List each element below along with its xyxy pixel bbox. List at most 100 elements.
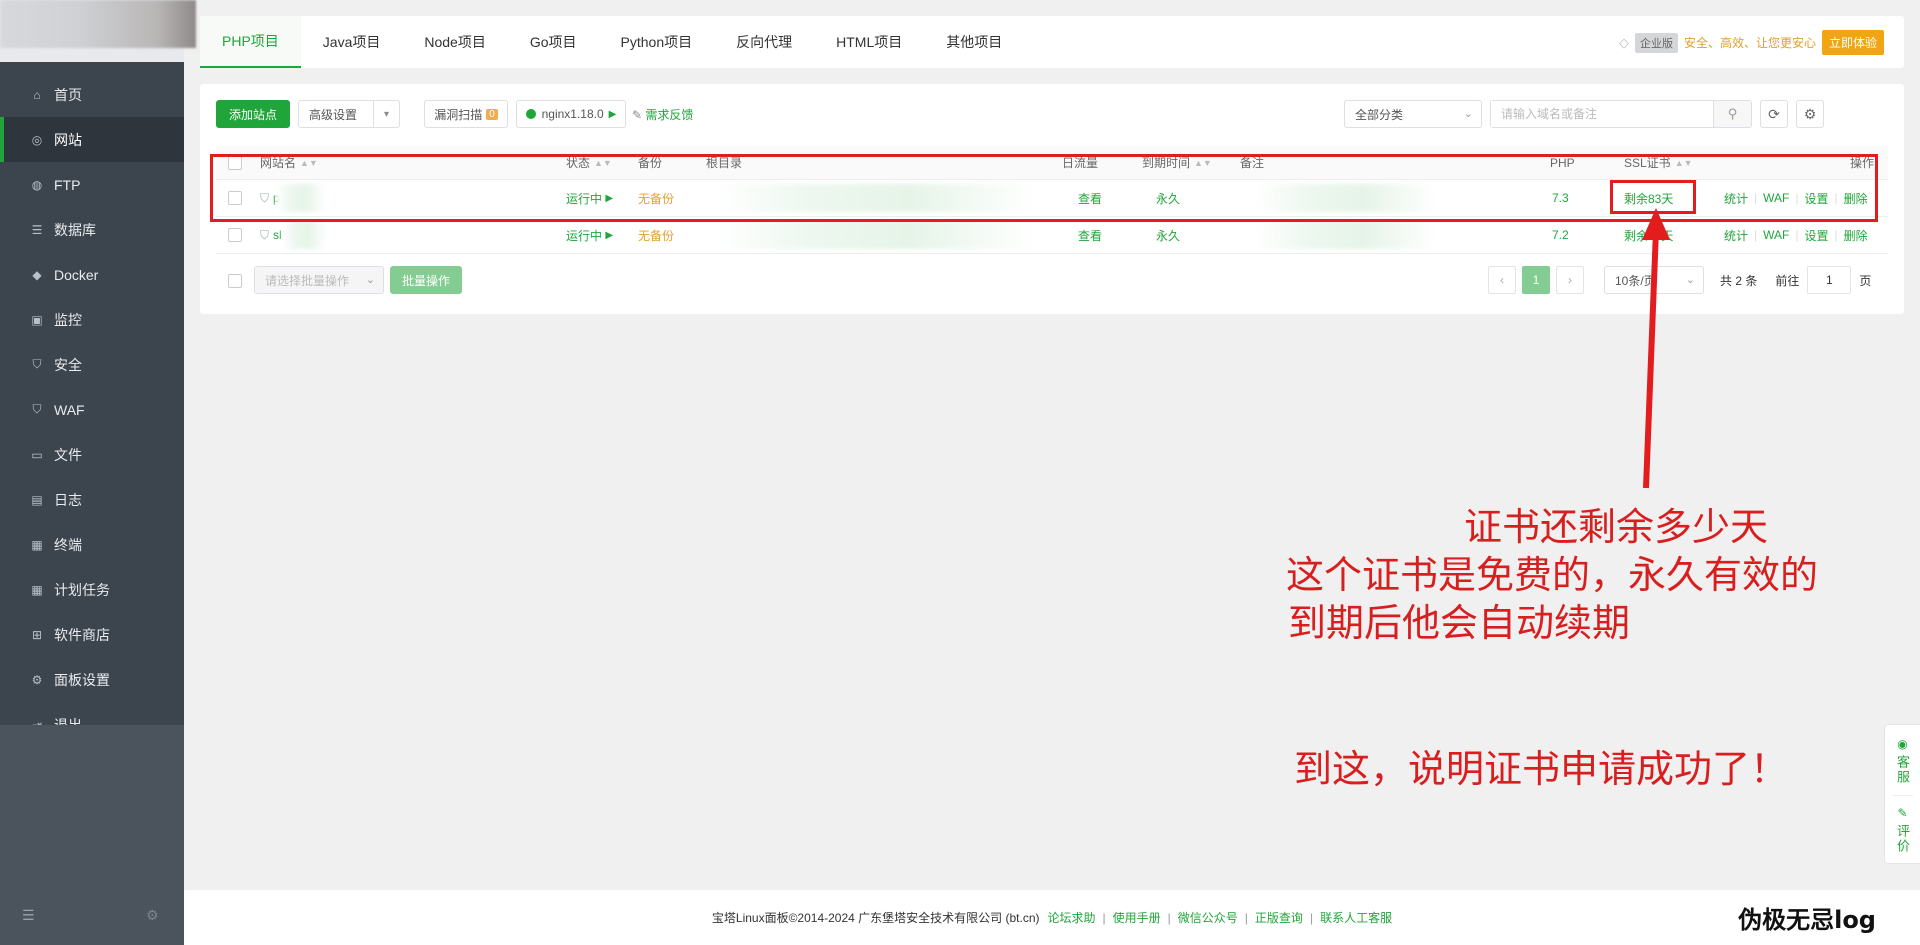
- sidebar-item-label: 软件商店: [54, 626, 110, 643]
- footer-link-support[interactable]: 联系人工客服: [1320, 909, 1392, 926]
- sidebar-item-panel-settings[interactable]: ⚙ 面板设置: [0, 657, 184, 702]
- search-input[interactable]: [1491, 101, 1713, 127]
- log-icon: ▤: [31, 492, 43, 507]
- tab-reverse-proxy[interactable]: 反向代理: [714, 16, 814, 68]
- promo-slogan: 安全、高效、让您更安心: [1683, 36, 1816, 50]
- sidebar-item-cron[interactable]: ▦ 计划任务: [0, 567, 184, 612]
- edit-icon: ✎: [632, 108, 643, 122]
- annotation-free-cert: 这个证书是免费的，永久有效的: [1286, 553, 1819, 597]
- ftp-icon: ◍: [31, 177, 43, 192]
- sidebar-item-store[interactable]: ⊞ 软件商店: [0, 612, 184, 657]
- page-suffix: 页: [1859, 273, 1872, 288]
- review-link[interactable]: 评价: [1893, 824, 1912, 854]
- tab-php[interactable]: PHP项目: [200, 16, 301, 68]
- tab-python[interactable]: Python项目: [599, 16, 715, 68]
- stats-link[interactable]: 统计: [1724, 227, 1748, 244]
- try-now-button[interactable]: 立即体验: [1821, 30, 1884, 55]
- diamond-icon: ◇: [1618, 34, 1629, 50]
- settings-link[interactable]: 设置: [1804, 227, 1828, 244]
- settings-icon[interactable]: ⚙: [1796, 100, 1824, 128]
- tab-node[interactable]: Node项目: [402, 16, 507, 68]
- footer-link-verify[interactable]: 正版查询: [1255, 909, 1303, 926]
- arrow-shaft: [1643, 229, 1659, 489]
- home-icon: ⌂: [33, 87, 41, 102]
- play-icon: ▶: [605, 229, 614, 241]
- tab-other[interactable]: 其他项目: [924, 16, 1024, 68]
- sidebar-item-logs[interactable]: ▤ 日志: [0, 477, 184, 522]
- sidebar-item-waf[interactable]: ⛉ WAF: [0, 387, 184, 432]
- settings-icon: ⚙: [31, 672, 43, 687]
- sidebar-item-database[interactable]: ☰ 数据库: [0, 207, 184, 252]
- waf-link[interactable]: WAF: [1763, 228, 1789, 242]
- customer-service-link[interactable]: 客服: [1893, 755, 1912, 785]
- batch-action-select[interactable]: 请选择批量操作 ⌄: [254, 266, 384, 294]
- sidebar-item-monitor[interactable]: ▣ 监控: [0, 297, 184, 342]
- sidebar-item-ftp[interactable]: ◍ FTP: [0, 162, 184, 207]
- footer-link-manual[interactable]: 使用手册: [1113, 909, 1161, 926]
- logo-area: [0, 0, 196, 62]
- tab-html[interactable]: HTML项目: [814, 16, 924, 68]
- copyright: 宝塔Linux面板©2014-2024 广东堡塔安全技术有限公司 (bt.cn): [711, 911, 1040, 925]
- page-1-button[interactable]: 1: [1522, 266, 1550, 294]
- category-select[interactable]: 全部分类 ⌄: [1344, 100, 1482, 128]
- traffic-view-link[interactable]: 查看: [1078, 217, 1102, 253]
- annotation-days-left: 证书还剩余多少天: [1464, 505, 1769, 549]
- sidebar-item-website[interactable]: ◎ 网站: [0, 117, 184, 162]
- feedback-link[interactable]: ✎ 需求反馈: [632, 106, 693, 123]
- add-site-button[interactable]: 添加站点: [216, 100, 290, 128]
- nginx-status-button[interactable]: nginx1.18.0 ▶: [516, 100, 626, 128]
- site-search: ⚲: [1490, 100, 1752, 128]
- expire-value[interactable]: 永久: [1156, 217, 1180, 253]
- annotation-auto-renew: 到期后他会自动续期: [1288, 601, 1631, 645]
- sidebar-item-label: 计划任务: [54, 581, 110, 598]
- store-icon: ⊞: [31, 627, 43, 642]
- sidebar-item-label: 监控: [54, 311, 82, 328]
- page-footer: 宝塔Linux面板©2014-2024 广东堡塔安全技术有限公司 (bt.cn)…: [184, 890, 1920, 945]
- sidebar-item-terminal[interactable]: ▦ 终端: [0, 522, 184, 567]
- status-running[interactable]: 运行中 ▶: [566, 217, 613, 253]
- customer-service-icon[interactable]: ◉: [1897, 737, 1907, 751]
- goto-page-input[interactable]: 1: [1807, 266, 1852, 294]
- footer-link-wechat[interactable]: 微信公众号: [1178, 909, 1238, 926]
- review-icon[interactable]: ✎: [1897, 806, 1907, 820]
- sidebar-item-label: 网站: [54, 131, 82, 148]
- annotation-success: 到这，说明证书申请成功了！: [1294, 747, 1789, 791]
- monitor-icon: ▣: [31, 312, 43, 327]
- folder-icon: ▭: [31, 447, 43, 462]
- advanced-settings-button[interactable]: 高级设置 ▾: [298, 100, 400, 128]
- prev-page-button[interactable]: ‹: [1488, 266, 1516, 294]
- sidebar-bottom: ☰ ⚙: [0, 725, 184, 945]
- footer-link-forum[interactable]: 论坛求助: [1048, 909, 1096, 926]
- tab-java[interactable]: Java项目: [301, 16, 403, 68]
- site-name-text: sl: [273, 228, 282, 242]
- next-page-button[interactable]: ›: [1556, 266, 1584, 294]
- vuln-scan-button[interactable]: 漏洞扫描 0: [424, 100, 508, 128]
- chevron-down-icon[interactable]: ▾: [373, 101, 399, 127]
- gear-icon[interactable]: ⚙: [146, 907, 159, 924]
- refresh-icon[interactable]: ⟳: [1760, 100, 1788, 128]
- batch-select-placeholder: 请选择批量操作: [265, 273, 350, 288]
- sidebar-item-label: WAF: [54, 401, 85, 418]
- goto-label: 前往: [1775, 273, 1800, 288]
- sidebar: ⌂ 首页 ◎ 网站 ◍ FTP ☰ 数据库 ◆ Docker ▣ 监控 ⛉ 安全 ⛉ WAF ▭…: [0, 0, 196, 945]
- php-version[interactable]: 7.2: [1552, 217, 1569, 253]
- docker-icon: ◆: [32, 267, 42, 282]
- watermark: 伪极无忌log: [1738, 906, 1876, 934]
- batch-action-button[interactable]: 批量操作: [390, 266, 462, 294]
- delete-link[interactable]: 删除: [1844, 227, 1868, 244]
- sidebar-item-label: 终端: [54, 536, 82, 553]
- ssl-shield-icon: ⛉: [260, 227, 270, 242]
- sidebar-item-docker[interactable]: ◆ Docker: [0, 252, 184, 297]
- sidebar-item-home[interactable]: ⌂ 首页: [0, 72, 184, 117]
- site-name[interactable]: ⛉ sl: [260, 217, 282, 253]
- waf-icon: ⛉: [32, 402, 42, 416]
- sidebar-item-files[interactable]: ▭ 文件: [0, 432, 184, 477]
- sidebar-item-security[interactable]: ⛉ 安全: [0, 342, 184, 387]
- tab-go[interactable]: Go项目: [508, 16, 599, 68]
- database-icon: ☰: [31, 222, 43, 237]
- backup-status[interactable]: 无备份: [638, 217, 674, 253]
- search-icon[interactable]: ⚲: [1713, 101, 1751, 127]
- batch-select-all-checkbox[interactable]: [228, 274, 242, 288]
- collapse-menu-icon[interactable]: ☰: [22, 907, 35, 924]
- row-checkbox[interactable]: [228, 217, 242, 253]
